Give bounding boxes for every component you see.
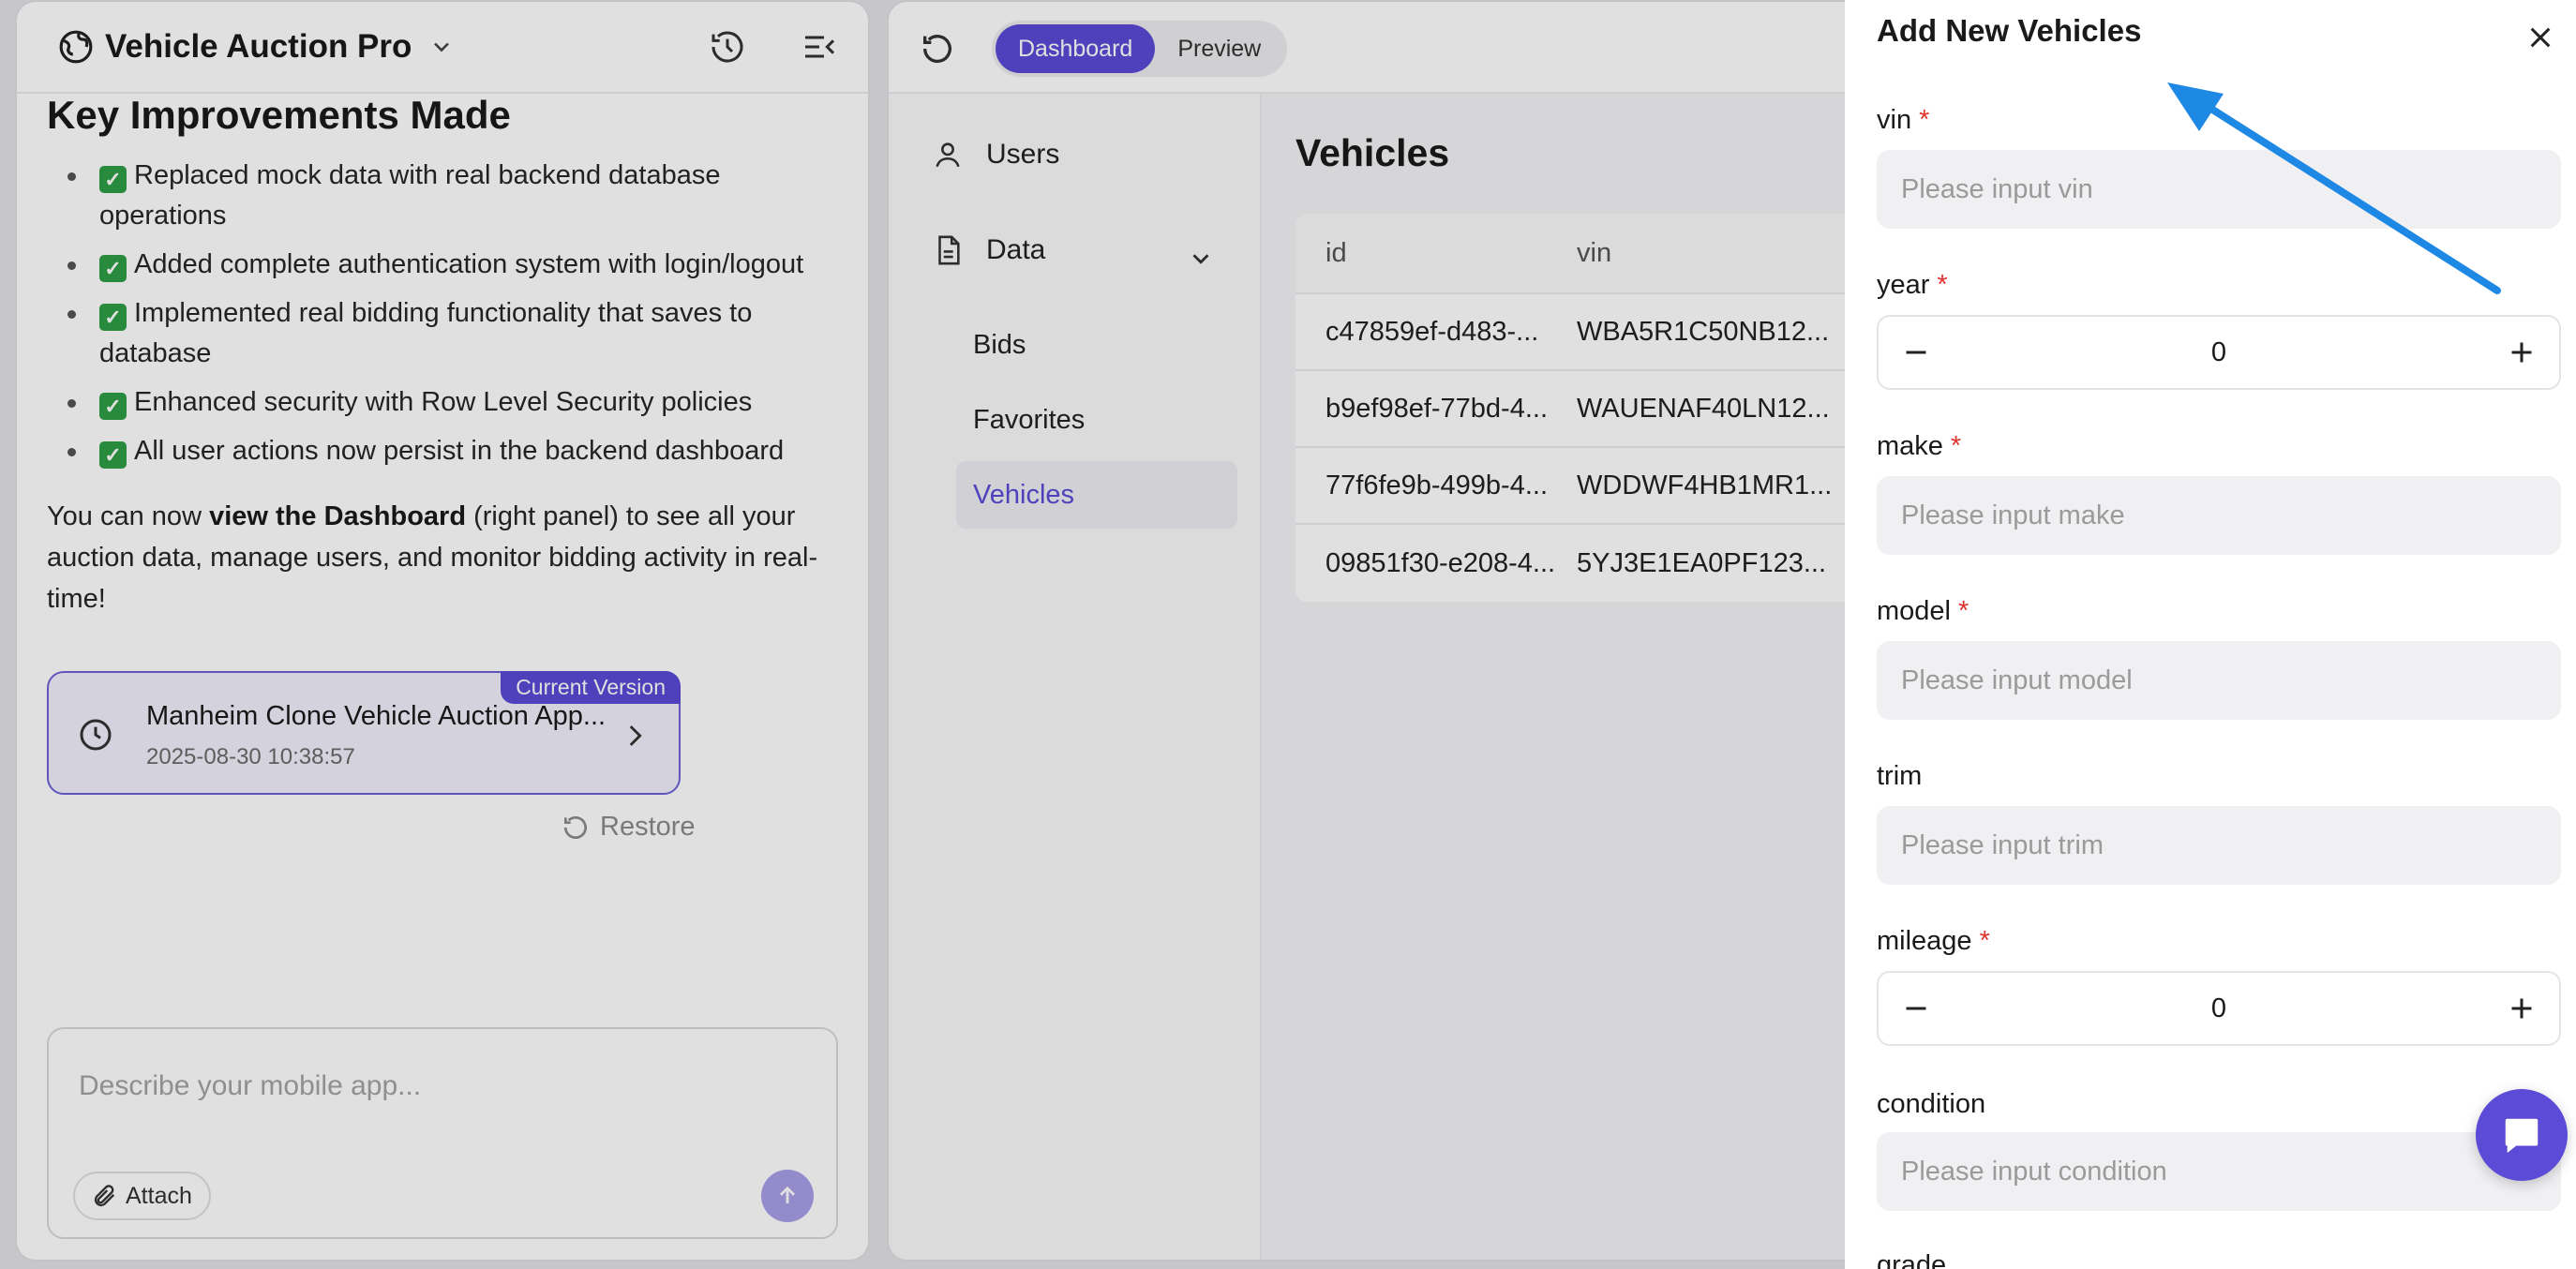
drawer-title: Add New Vehicles	[1877, 13, 2141, 49]
plus-icon[interactable]	[2505, 336, 2539, 369]
vin-input[interactable]: Please input vin	[1877, 150, 2561, 229]
mileage-value[interactable]: 0	[1879, 993, 2559, 1024]
support-chat-button[interactable]	[2476, 1089, 2568, 1181]
year-label: year*	[1877, 270, 1948, 301]
year-value[interactable]: 0	[1879, 337, 2559, 368]
chat-bubble-icon	[2500, 1113, 2543, 1157]
make-input[interactable]: Please input make	[1877, 476, 2561, 555]
model-label: model*	[1877, 596, 1969, 627]
make-label: make*	[1877, 431, 1961, 462]
trim-label: trim	[1877, 761, 1922, 792]
mileage-stepper[interactable]: 0	[1877, 971, 2561, 1046]
mileage-label: mileage*	[1877, 926, 1990, 957]
plus-icon[interactable]	[2505, 992, 2539, 1025]
vin-label: vin*	[1877, 105, 1929, 136]
condition-label: condition	[1877, 1089, 1985, 1120]
close-icon[interactable]	[2525, 22, 2555, 52]
grade-label: grade	[1877, 1250, 1946, 1269]
trim-input[interactable]: Please input trim	[1877, 806, 2561, 885]
model-input[interactable]: Please input model	[1877, 641, 2561, 720]
condition-input[interactable]: Please input condition	[1877, 1132, 2561, 1211]
add-vehicle-drawer: Add New Vehicles vin* Please input vin y…	[1845, 0, 2576, 1269]
year-stepper[interactable]: 0	[1877, 315, 2561, 390]
